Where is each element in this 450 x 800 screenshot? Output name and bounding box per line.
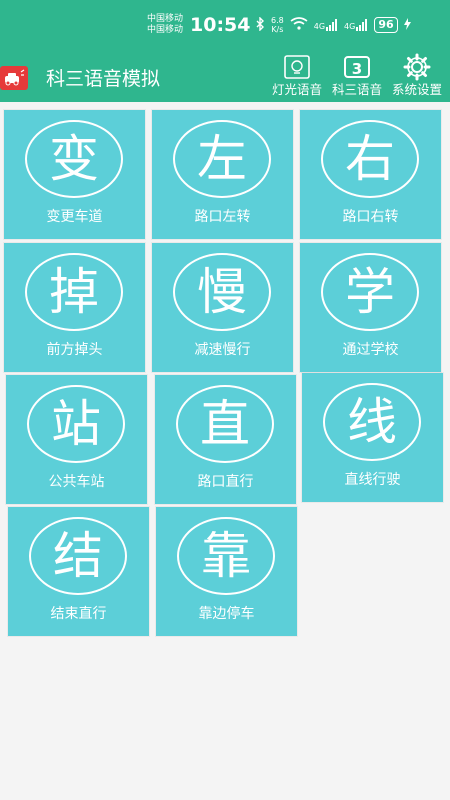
tile-u-turn[interactable]: 掉 前方掉头 — [4, 243, 145, 372]
tile-circle: 右 — [321, 120, 419, 198]
tile-school-zone[interactable]: 学 通过学校 — [300, 243, 441, 372]
tile-circle: 左 — [173, 120, 271, 198]
tile-glyph: 结 — [53, 527, 103, 585]
tile-glyph: 左 — [197, 130, 247, 188]
tile-circle: 线 — [323, 383, 421, 461]
tile-label: 前方掉头 — [46, 342, 103, 358]
tile-label: 路口直行 — [197, 474, 254, 490]
tile-circle: 学 — [321, 253, 419, 331]
tile-label: 公共车站 — [48, 474, 105, 490]
tile-label: 直线行驶 — [344, 472, 401, 488]
tile-circle: 直 — [176, 385, 274, 463]
tile-glyph: 掉 — [49, 263, 99, 321]
tile-label: 减速慢行 — [194, 342, 251, 358]
tile-label: 变更车道 — [46, 209, 103, 225]
tile-circle: 结 — [29, 517, 127, 595]
tile-glyph: 直 — [200, 395, 250, 453]
tile-slow-down[interactable]: 慢 减速慢行 — [152, 243, 293, 372]
tile-label: 靠边停车 — [198, 606, 255, 622]
tile-glyph: 靠 — [201, 527, 251, 585]
tile-glyph: 学 — [345, 263, 395, 321]
tile-circle: 站 — [27, 385, 125, 463]
tile-label: 路口左转 — [194, 209, 251, 225]
tile-label: 通过学校 — [342, 342, 399, 358]
tile-end-straight[interactable]: 结 结束直行 — [8, 507, 149, 636]
tile-bus-stop[interactable]: 站 公共车站 — [6, 375, 147, 504]
tile-turn-right[interactable]: 右 路口右转 — [300, 110, 441, 239]
tile-glyph: 线 — [347, 393, 397, 451]
tile-glyph: 右 — [345, 130, 395, 188]
tile-straight-line[interactable]: 线 直线行驶 — [302, 373, 443, 502]
tile-circle: 慢 — [173, 253, 271, 331]
tile-go-straight[interactable]: 直 路口直行 — [155, 375, 296, 504]
tile-pull-over[interactable]: 靠 靠边停车 — [156, 507, 297, 636]
tile-circle: 靠 — [177, 517, 275, 595]
tile-label: 路口右转 — [342, 209, 399, 225]
tile-glyph: 变 — [49, 130, 99, 188]
tile-circle: 掉 — [25, 253, 123, 331]
tile-glyph: 慢 — [197, 263, 247, 321]
voice-tile-grid: 变 变更车道 左 路口左转 右 路口右转 掉 前方掉头 慢 减速慢行 学 通过学… — [0, 0, 450, 800]
tile-change-lane[interactable]: 变 变更车道 — [4, 110, 145, 239]
tile-turn-left[interactable]: 左 路口左转 — [152, 110, 293, 239]
tile-glyph: 站 — [51, 395, 101, 453]
tile-label: 结束直行 — [50, 606, 107, 622]
tile-circle: 变 — [25, 120, 123, 198]
